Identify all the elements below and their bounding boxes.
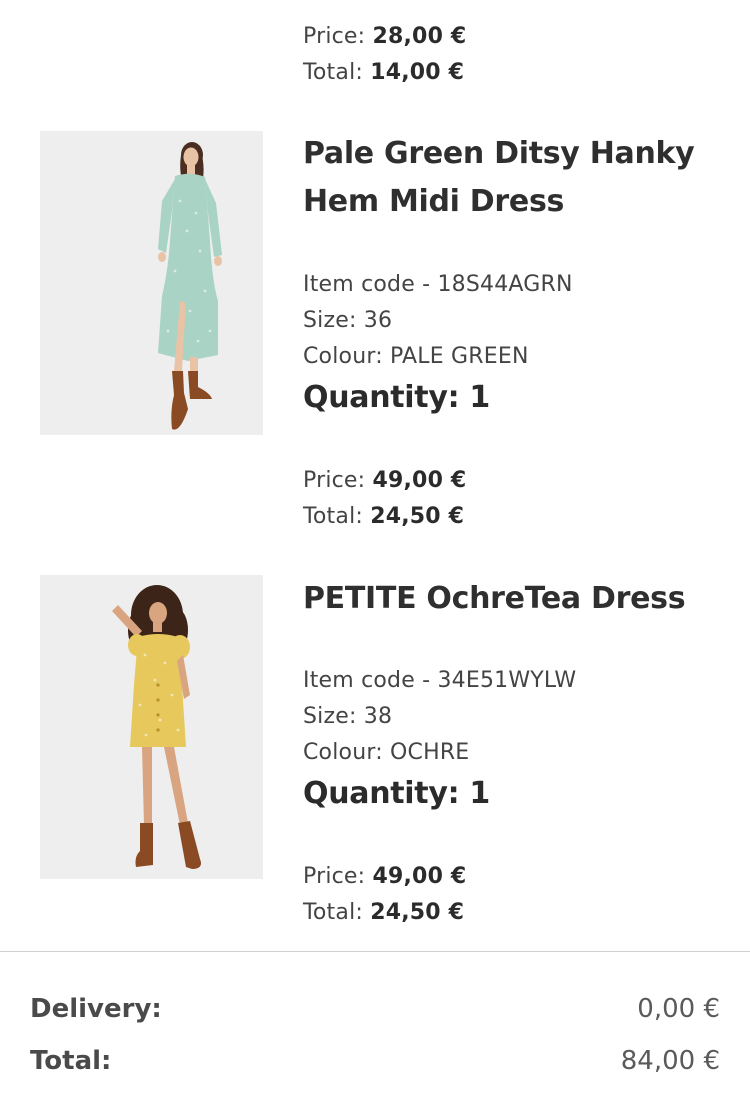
item-colour: Colour: PALE GREEN	[303, 344, 529, 369]
price-value: 49,00 €	[372, 468, 467, 493]
item-price: Price: 49,00 €	[303, 467, 466, 495]
product-image-ochre-dress[interactable]	[40, 575, 263, 879]
order-total-value: 84,00 €	[620, 1046, 720, 1076]
total-label: Total:	[303, 60, 363, 85]
item-quantity: Quantity: 1	[303, 776, 490, 811]
item-price: Price: 49,00 €	[303, 863, 466, 891]
partial-item-total: Total: 14,00 €	[303, 59, 464, 87]
total-value: 14,00 €	[370, 60, 465, 85]
summary-divider	[0, 951, 750, 952]
partial-item-price: Price: 28,00 €	[303, 23, 466, 51]
product-image-green-dress[interactable]	[40, 131, 263, 435]
ochre-dress-illustration	[40, 575, 263, 879]
product-name[interactable]: Pale Green Ditsy Hanky Hem Midi Dress	[303, 130, 733, 226]
total-value: 24,50 €	[370, 900, 465, 925]
total-value: 24,50 €	[370, 504, 465, 529]
delivery-label: Delivery:	[30, 994, 162, 1024]
item-quantity: Quantity: 1	[303, 380, 490, 415]
delivery-value: 0,00 €	[637, 994, 720, 1024]
price-label: Price:	[303, 24, 366, 49]
price-label: Price:	[303, 468, 366, 493]
green-dress-illustration	[40, 131, 263, 435]
total-label: Total:	[303, 504, 363, 529]
item-size: Size: 38	[303, 704, 393, 729]
item-total: Total: 24,50 €	[303, 899, 464, 927]
price-label: Price:	[303, 864, 366, 889]
item-colour: Colour: OCHRE	[303, 740, 470, 765]
price-value: 28,00 €	[372, 24, 467, 49]
item-total: Total: 24,50 €	[303, 503, 464, 531]
item-code: Item code - 18S44AGRN	[303, 272, 573, 297]
total-label: Total:	[303, 900, 363, 925]
price-value: 49,00 €	[372, 864, 467, 889]
product-name[interactable]: PETITE OchreTea Dress	[303, 575, 733, 623]
item-size: Size: 36	[303, 308, 393, 333]
item-code: Item code - 34E51WYLW	[303, 668, 577, 693]
order-total-label: Total:	[30, 1046, 112, 1076]
